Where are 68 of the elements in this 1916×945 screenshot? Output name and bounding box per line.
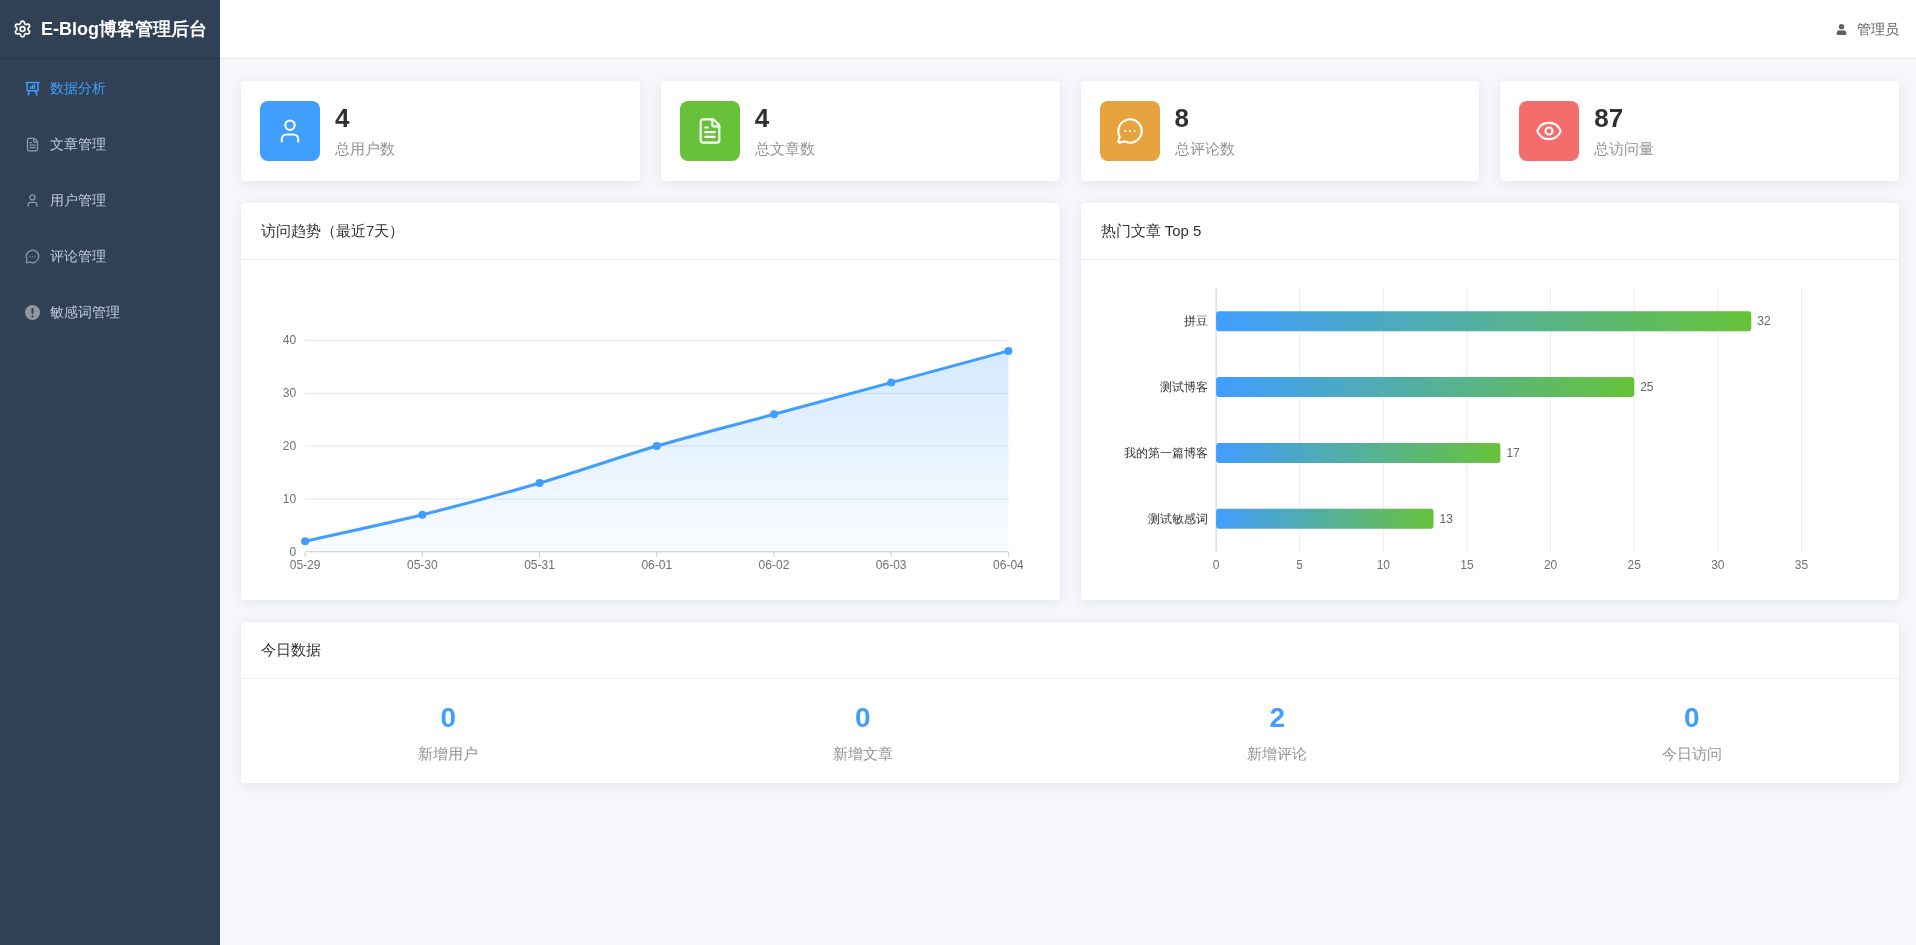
stat-label: 总访问量 bbox=[1594, 139, 1655, 159]
value-label: 32 bbox=[1756, 314, 1771, 329]
sidebar-item[interactable]: 数据分析 bbox=[0, 60, 220, 116]
axis-tick-label: 10 bbox=[282, 491, 297, 506]
card-title: 今日数据 bbox=[261, 639, 321, 660]
today-value: 0 bbox=[854, 701, 871, 735]
axis-tick-label: 05-31 bbox=[524, 557, 555, 572]
category-label: 测试博客 bbox=[1159, 380, 1208, 395]
axis-tick-label: 0 bbox=[289, 544, 297, 559]
stat-value: 87 bbox=[1594, 103, 1625, 133]
category-label: 拼豆 bbox=[1183, 314, 1208, 329]
user-icon bbox=[1836, 23, 1847, 35]
chart-board-icon bbox=[25, 80, 40, 96]
today-value: 2 bbox=[1269, 701, 1286, 735]
data-point bbox=[769, 410, 778, 419]
user-menu[interactable]: 管理员 bbox=[1836, 18, 1899, 40]
today-label: 新增评论 bbox=[1247, 744, 1308, 764]
sidebar-item[interactable]: 文章管理 bbox=[0, 116, 220, 172]
axis-tick-label: 40 bbox=[282, 333, 297, 348]
today-label: 新增文章 bbox=[832, 744, 893, 764]
data-point bbox=[535, 479, 544, 488]
value-label: 17 bbox=[1505, 445, 1520, 460]
axis-tick-label: 30 bbox=[282, 386, 297, 401]
stat-value: 8 bbox=[1174, 103, 1190, 133]
axis-tick-label: 35 bbox=[1794, 557, 1808, 572]
axis-tick-label: 15 bbox=[1459, 557, 1474, 572]
today-value: 0 bbox=[1683, 701, 1700, 735]
value-label: 13 bbox=[1439, 511, 1453, 526]
data-point bbox=[301, 537, 310, 546]
today-value: 0 bbox=[440, 701, 457, 735]
axis-tick-label: 20 bbox=[282, 439, 297, 454]
data-point bbox=[652, 442, 661, 451]
value-label: 25 bbox=[1639, 380, 1654, 395]
axis-tick-label: 5 bbox=[1295, 557, 1303, 572]
axis-tick-label: 20 bbox=[1543, 557, 1557, 572]
gear-icon bbox=[13, 19, 32, 39]
stat-value: 4 bbox=[335, 103, 351, 133]
axis-tick-label: 0 bbox=[1212, 557, 1219, 572]
data-point bbox=[887, 378, 896, 387]
data-point bbox=[418, 510, 427, 519]
sidebar-item[interactable]: 敏感词管理 bbox=[0, 284, 220, 340]
sidebar-item[interactable]: 用户管理 bbox=[0, 172, 220, 228]
axis-tick-label: 05-30 bbox=[406, 557, 438, 572]
chat-icon bbox=[25, 248, 40, 264]
axis-tick-label: 06-02 bbox=[758, 557, 790, 572]
axis-tick-label: 06-03 bbox=[875, 557, 907, 572]
stat-label: 总用户数 bbox=[335, 139, 395, 159]
card-title: 热门文章 Top 5 bbox=[1100, 220, 1202, 241]
sidebar-item[interactable]: 评论管理 bbox=[0, 228, 220, 284]
stat-value: 4 bbox=[754, 103, 771, 133]
axis-tick-label: 25 bbox=[1627, 557, 1641, 572]
app-title: E-Blog博客管理后台 bbox=[41, 18, 207, 41]
axis-tick-label: 05-29 bbox=[289, 557, 321, 572]
category-label: 测试敏感词 bbox=[1147, 511, 1208, 526]
category-label: 我的第一篇博客 bbox=[1123, 445, 1208, 460]
axis-tick-label: 30 bbox=[1710, 557, 1724, 572]
user-icon bbox=[25, 192, 40, 208]
document-icon bbox=[25, 136, 40, 152]
axis-tick-label: 06-04 bbox=[993, 557, 1024, 572]
today-label: 今日访问 bbox=[1661, 744, 1722, 764]
axis-tick-label: 10 bbox=[1376, 557, 1390, 572]
stat-label: 总评论数 bbox=[1174, 139, 1235, 159]
today-label: 新增用户 bbox=[418, 744, 479, 764]
axis-tick-label: 06-01 bbox=[641, 557, 673, 572]
warning-icon bbox=[25, 304, 40, 320]
stat-label: 总文章数 bbox=[754, 139, 815, 159]
data-point bbox=[1004, 346, 1013, 355]
card-title: 访问趋势（最近7天） bbox=[261, 220, 405, 241]
